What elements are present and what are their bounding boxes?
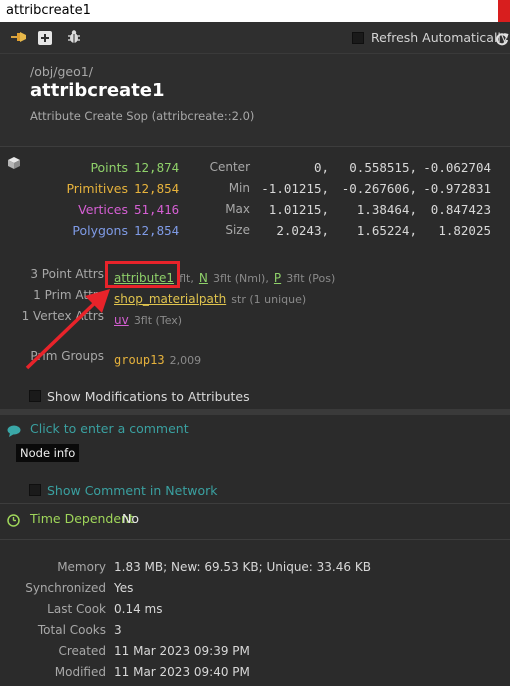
primitives-value: 12,854 <box>134 181 180 196</box>
attr-type: 3flt (Nml) <box>213 272 266 285</box>
attr-separator: , <box>190 272 194 285</box>
window-title: attribcreate1 <box>6 3 91 18</box>
show-modifications-checkbox[interactable] <box>29 390 41 402</box>
refresh-automatically-checkbox[interactable] <box>352 32 364 44</box>
min-x: -1.01215, <box>261 181 329 196</box>
attr-link-P[interactable]: P <box>274 271 281 285</box>
points-value: 12,874 <box>134 160 180 175</box>
attr-link-uv[interactable]: uv <box>114 313 129 327</box>
comment-input[interactable]: Click to enter a comment <box>30 421 189 436</box>
point-attrs-label: 3 Point Attrs <box>30 267 104 281</box>
min-z: -0.972831 <box>423 181 491 196</box>
prim-attrs-list: shop_materialpath str (1 unique) <box>114 288 306 307</box>
node-info-tooltip: Node info <box>16 444 80 462</box>
last-cook-label: Last Cook <box>47 602 106 616</box>
primitives-label: Primitives <box>66 181 128 196</box>
total-cooks-value: 3 <box>114 623 122 637</box>
node-path[interactable]: /obj/geo1/ <box>30 64 93 79</box>
divider <box>0 503 510 504</box>
debug-bug-icon[interactable] <box>66 29 82 49</box>
show-comment-in-network-checkbox[interactable] <box>29 484 41 496</box>
attr-separator: , <box>265 272 269 285</box>
window-titlebar: attribcreate1 <box>0 0 510 22</box>
vertex-attrs-label: 1 Vertex Attrs <box>21 309 104 323</box>
time-dependent-value: No <box>122 511 139 526</box>
refresh-icon[interactable] <box>495 31 509 50</box>
attr-type: 3flt (Tex) <box>133 314 183 327</box>
node-name: attribcreate1 <box>30 80 165 101</box>
memory-label: Memory <box>57 560 106 574</box>
close-button[interactable] <box>498 0 510 22</box>
geometry-icon <box>7 155 21 174</box>
time-dependent-label: Time Dependent <box>30 511 134 526</box>
group-count: 2,009 <box>169 354 202 367</box>
center-label: Center <box>209 160 250 174</box>
total-cooks-label: Total Cooks <box>37 623 106 637</box>
show-comment-in-network-label: Show Comment in Network <box>47 483 218 498</box>
synchronized-value: Yes <box>114 581 134 595</box>
attr-type: 3flt (Pos) <box>286 272 336 285</box>
section-divider <box>0 409 510 415</box>
min-y: -0.267606, <box>341 181 417 196</box>
max-y: 1.38464, <box>356 202 417 217</box>
comment-icon <box>7 422 21 441</box>
created-label: Created <box>58 644 107 658</box>
size-label: Size <box>225 223 250 237</box>
group-link-group13[interactable]: group13 <box>114 353 165 367</box>
polygons-value: 12,854 <box>134 223 180 238</box>
divider <box>0 539 510 540</box>
max-label: Max <box>225 202 250 216</box>
vertices-value: 51,416 <box>134 202 180 217</box>
add-icon[interactable] <box>38 30 52 49</box>
attr-link-N[interactable]: N <box>199 271 208 285</box>
last-cook-value: 0.14 ms <box>114 602 163 616</box>
max-x: 1.01215, <box>268 202 329 217</box>
annotation-highlight-box <box>105 261 180 288</box>
divider <box>0 146 510 147</box>
show-modifications-label: Show Modifications to Attributes <box>47 389 250 404</box>
size-x: 2.0243, <box>276 223 329 238</box>
modified-label: Modified <box>54 665 106 679</box>
modified-value: 11 Mar 2023 09:40 PM <box>114 665 250 679</box>
center-x: 0, <box>313 160 329 175</box>
prim-attrs-label: 1 Prim Attrs <box>33 288 104 302</box>
vertices-label: Vertices <box>78 202 128 217</box>
node-type-label: Attribute Create Sop (attribcreate::2.0) <box>30 109 255 123</box>
synchronized-label: Synchronized <box>25 581 106 595</box>
pin-icon[interactable] <box>10 29 28 49</box>
vertex-attrs-list: uv 3flt (Tex) <box>114 309 182 328</box>
refresh-automatically-label: Refresh Automatically <box>371 30 509 45</box>
center-z: -0.062704 <box>423 160 491 175</box>
prim-groups-list: group13 2,009 <box>114 349 201 368</box>
attr-type: str (1 unique) <box>231 293 307 306</box>
points-label: Points <box>90 160 128 175</box>
prim-groups-label: Prim Groups <box>30 349 104 363</box>
center-y: 0.558515, <box>349 160 417 175</box>
max-z: 0.847423 <box>430 202 491 217</box>
toolbar: Refresh Automatically <box>0 22 510 54</box>
size-z: 1.82025 <box>438 223 491 238</box>
polygons-label: Polygons <box>72 223 128 238</box>
size-y: 1.65224, <box>356 223 417 238</box>
created-value: 11 Mar 2023 09:39 PM <box>114 644 250 658</box>
attr-link-shop-materialpath[interactable]: shop_materialpath <box>114 292 226 306</box>
memory-value: 1.83 MB; New: 69.53 KB; Unique: 33.46 KB <box>114 560 371 574</box>
attr-type: flt <box>179 272 191 285</box>
min-label: Min <box>228 181 250 195</box>
clock-icon <box>7 512 20 531</box>
